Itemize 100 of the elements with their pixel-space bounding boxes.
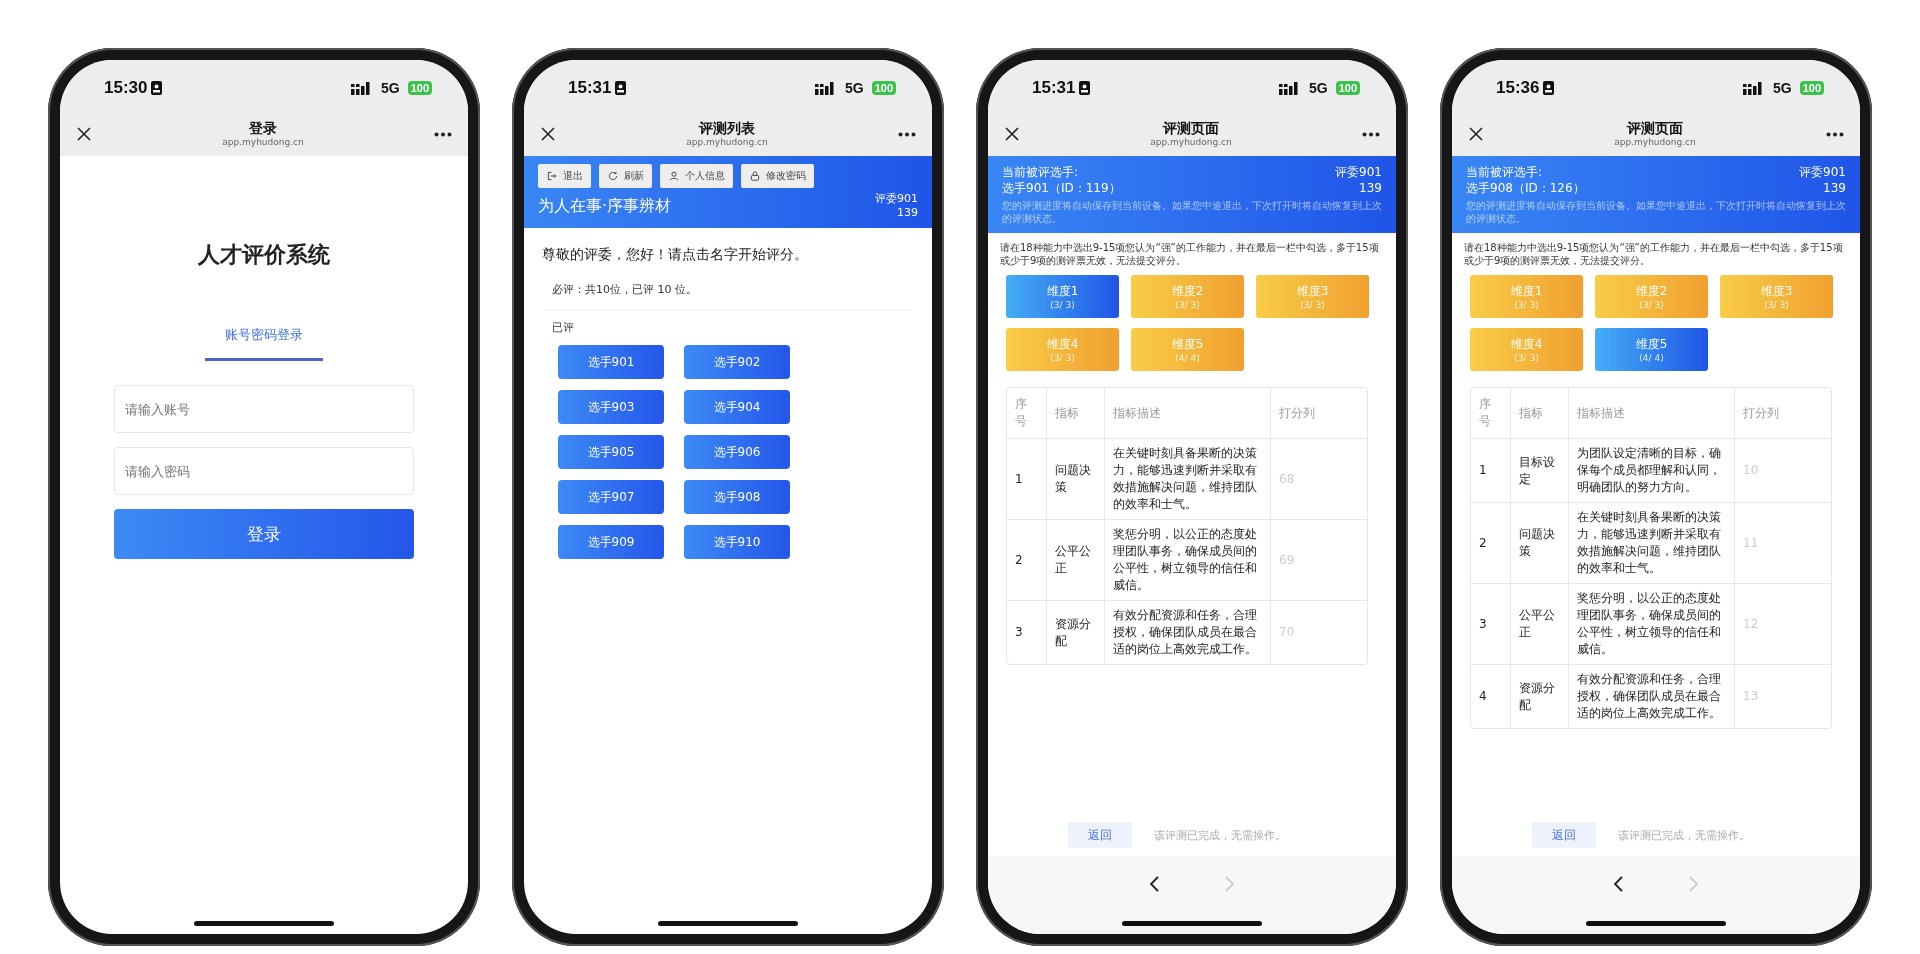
- column-header: 打分列: [1735, 388, 1831, 439]
- table-cell: 资源分配: [1047, 601, 1105, 664]
- table-cell: 在关键时刻具备果断的决策力，能够迅速判断并采取有效措施解决问题，维持团队的效率和士气。: [1105, 439, 1271, 520]
- login-tab[interactable]: 账号密码登录: [205, 320, 323, 361]
- contestant-button[interactable]: 选手908: [684, 480, 790, 514]
- table-cell: 有效分配资源和任务，合理授权，确保团队成员在最合适的岗位上高效完成工作。: [1569, 665, 1735, 728]
- contestant-button[interactable]: 选手910: [684, 525, 790, 559]
- column-header: 序号: [1007, 388, 1047, 439]
- toolbar-button[interactable]: 个人信息: [660, 164, 733, 188]
- table-cell: 公平公正: [1511, 584, 1569, 665]
- table-cell: 奖惩分明，以公正的态度处理团队事务，确保成员间的公平性，树立领导的信任和威信。: [1105, 520, 1271, 601]
- toolbar-button[interactable]: 退出: [538, 164, 591, 188]
- login-button[interactable]: 登录: [114, 509, 414, 559]
- section-label: 已评: [552, 320, 575, 335]
- page-title: 评测页面: [1627, 120, 1683, 137]
- refresh-icon: [607, 170, 619, 182]
- dimension-tab[interactable]: 维度5 (4/ 4): [1595, 328, 1708, 371]
- table-cell: 3: [1007, 601, 1047, 664]
- more-icon[interactable]: [1826, 131, 1844, 137]
- contestant-button[interactable]: 选手907: [558, 480, 664, 514]
- page-title: 登录: [249, 120, 277, 137]
- page-url: app.myhudong.cn: [686, 137, 768, 148]
- close-icon[interactable]: [540, 126, 556, 142]
- header-label: 当前被评选手:: [1002, 164, 1079, 180]
- network-label: 5G: [1772, 80, 1792, 96]
- clock-time: 15:36: [1496, 78, 1540, 98]
- battery-badge: 100: [1335, 81, 1360, 95]
- more-icon[interactable]: [1362, 131, 1380, 137]
- network-label: 5G: [380, 80, 400, 96]
- table-cell: 3: [1471, 584, 1511, 665]
- column-header: 序号: [1471, 388, 1511, 439]
- app-heading: 人才评价系统: [198, 241, 330, 269]
- judge-label: 评委901: [875, 192, 918, 206]
- contestant-button[interactable]: 选手906: [684, 435, 790, 469]
- contestant-button[interactable]: 选手909: [558, 525, 664, 559]
- progress-text: 必评：共10位，已评 10 位。: [552, 282, 698, 297]
- contestant-button[interactable]: 选手905: [558, 435, 664, 469]
- column-header: 指标描述: [1105, 388, 1271, 439]
- dimension-tab[interactable]: 维度1 (3/ 3): [1006, 275, 1119, 318]
- column-header: 指标: [1047, 388, 1105, 439]
- table-cell: 奖惩分明，以公正的态度处理团队事务，确保成员间的公平性，树立领导的信任和威信。: [1569, 584, 1735, 665]
- close-icon[interactable]: [76, 126, 92, 142]
- back-button[interactable]: 返回: [1532, 822, 1596, 848]
- table-cell: 公平公正: [1047, 520, 1105, 601]
- contestant-button[interactable]: 选手903: [558, 390, 664, 424]
- signal-icon: [1278, 81, 1301, 95]
- clock-time: 15:30: [104, 78, 148, 98]
- more-icon[interactable]: [898, 131, 916, 137]
- toolbar-button[interactable]: 修改密码: [741, 164, 814, 188]
- instruction-text: 请在18种能力中选出9-15项您认为“强”的工作能力，并在最后一栏中勾选，多于15项或少于9项的测评票无效，无法提交评分。: [1464, 241, 1844, 267]
- judge-label: 139: [897, 206, 918, 220]
- input-field[interactable]: 请输入密码: [114, 447, 414, 495]
- back-button[interactable]: 返回: [1068, 822, 1132, 848]
- table-cell: 4: [1471, 665, 1511, 728]
- judge-label: 139: [1359, 180, 1382, 196]
- page-title: 评测页面: [1163, 120, 1219, 137]
- page-title: 评测列表: [699, 120, 755, 137]
- battery-badge: 100: [1799, 81, 1824, 95]
- table-cell: 在关键时刻具备果断的决策力，能够迅速判断并采取有效措施解决问题，维持团队的效率和士气。: [1569, 503, 1735, 584]
- table-cell: 为团队设定清晰的目标，确保每个成员都理解和认同，明确团队的努力方向。: [1569, 439, 1735, 503]
- back-icon[interactable]: [1148, 876, 1162, 892]
- judge-label: 139: [1823, 180, 1846, 196]
- close-icon[interactable]: [1468, 126, 1484, 142]
- page-url: app.myhudong.cn: [1614, 137, 1696, 148]
- signal-icon: [350, 81, 373, 95]
- table-cell: 问题决策: [1511, 503, 1569, 584]
- back-icon[interactable]: [1612, 876, 1626, 892]
- table-cell: 2: [1007, 520, 1047, 601]
- table-cell: 1: [1471, 439, 1511, 503]
- contestant-label: 选手901（ID：119）: [1002, 180, 1121, 196]
- contestant-label: 选手908（ID：126）: [1466, 180, 1585, 196]
- notice-text: 您的评测进度将自动保存到当前设备。如果您中途退出，下次打开时将自动恢复到上次的评测状态。: [1466, 199, 1846, 225]
- column-header: 打分列: [1271, 388, 1367, 439]
- id-card-icon: [615, 81, 627, 95]
- network-label: 5G: [1308, 80, 1328, 96]
- status-text: 该评测已完成，无需操作。: [1154, 827, 1286, 843]
- instruction-text: 请在18种能力中选出9-15项您认为“强”的工作能力，并在最后一栏中勾选，多于15项或少于9项的测评票无效，无法提交评分。: [1000, 241, 1380, 267]
- close-icon[interactable]: [1004, 126, 1020, 142]
- network-label: 5G: [844, 80, 864, 96]
- column-header: 指标描述: [1569, 388, 1735, 439]
- input-field[interactable]: 请输入账号: [114, 385, 414, 433]
- contestant-button[interactable]: 选手901: [558, 345, 664, 379]
- table-cell: 2: [1471, 503, 1511, 584]
- lock-icon: [749, 170, 761, 182]
- more-icon[interactable]: [434, 131, 452, 137]
- battery-badge: 100: [871, 81, 896, 95]
- signal-icon: [1742, 81, 1765, 95]
- logout-icon: [546, 170, 558, 182]
- battery-badge: 100: [407, 81, 432, 95]
- clock-time: 15:31: [1032, 78, 1076, 98]
- person-icon: [668, 170, 680, 182]
- table-cell: 问题决策: [1047, 439, 1105, 520]
- judge-label: 评委901: [1799, 164, 1846, 180]
- contestant-button[interactable]: 选手902: [684, 345, 790, 379]
- greeting-text: 尊敬的评委，您好！请点击名字开始评分。: [542, 246, 809, 264]
- toolbar-button[interactable]: 刷新: [599, 164, 652, 188]
- status-text: 该评测已完成，无需操作。: [1618, 827, 1750, 843]
- clock-time: 15:31: [568, 78, 612, 98]
- page-url: app.myhudong.cn: [222, 137, 304, 148]
- contestant-button[interactable]: 选手904: [684, 390, 790, 424]
